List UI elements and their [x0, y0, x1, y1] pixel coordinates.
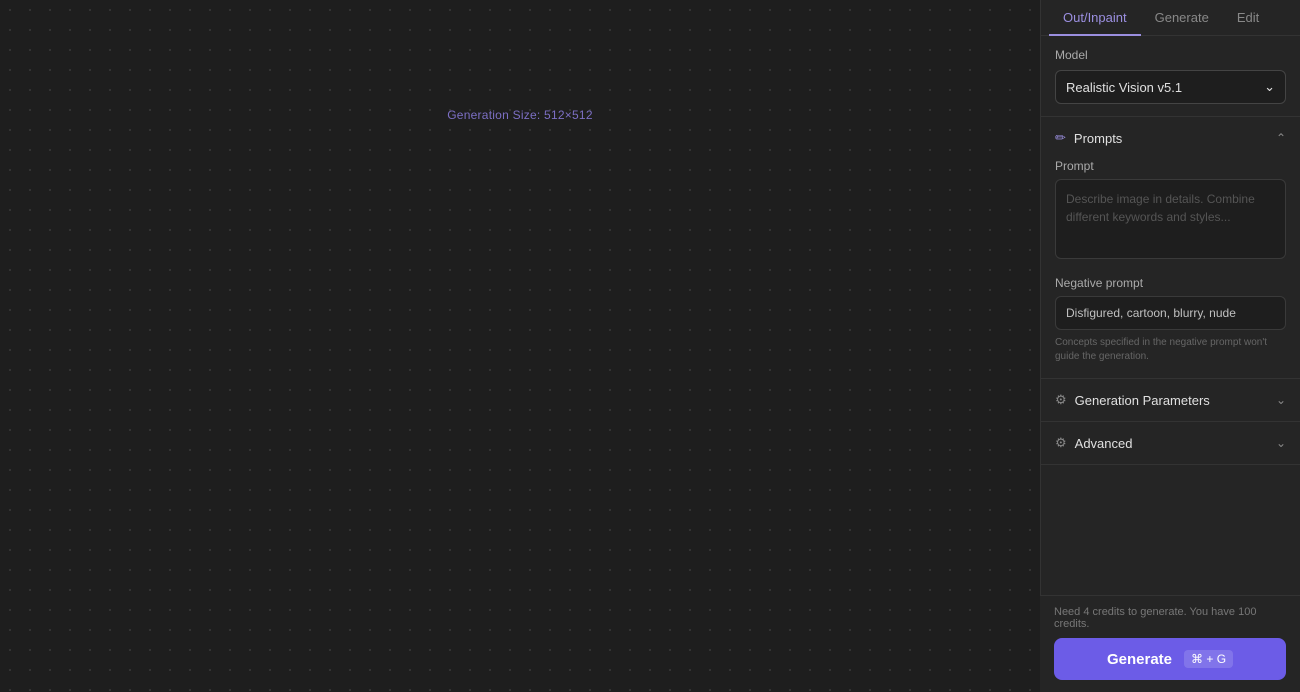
generate-button[interactable]: Generate ⌘ + G [1054, 638, 1286, 680]
generate-button-label: Generate [1107, 651, 1172, 668]
prompts-header[interactable]: Prompts ⌃ [1041, 117, 1300, 159]
tab-bar: Out/Inpaint Generate Edit [1041, 0, 1300, 36]
right-panel: Out/Inpaint Generate Edit Model Realisti… [1040, 0, 1300, 692]
advanced-chevron-icon: ⌄ [1276, 436, 1286, 450]
tab-edit[interactable]: Edit [1223, 0, 1273, 35]
prompts-title: Prompts [1074, 131, 1268, 146]
gear-icon [1055, 434, 1067, 452]
canvas-area: Generation Size: 512×512 [0, 0, 1040, 692]
generation-params-section: Generation Parameters ⌄ [1041, 379, 1300, 422]
advanced-title: Advanced [1075, 436, 1268, 451]
chevron-down-icon: ⌄ [1264, 79, 1275, 95]
model-select-value: Realistic Vision v5.1 [1066, 80, 1182, 95]
panel-content: Model Realistic Vision v5.1 ⌄ Prompts ⌃ … [1041, 36, 1300, 692]
generation-params-title: Generation Parameters [1075, 393, 1268, 408]
model-label: Model [1055, 48, 1286, 62]
generation-size-label: Generation Size: 512×512 [447, 108, 593, 122]
shortcut-text: ⌘ + G [1191, 652, 1226, 666]
model-select[interactable]: Realistic Vision v5.1 ⌄ [1055, 70, 1286, 104]
pencil-icon [1055, 129, 1066, 147]
negative-prompt-hint: Concepts specified in the negative promp… [1055, 336, 1286, 364]
tab-generate[interactable]: Generate [1141, 0, 1223, 35]
model-section: Model Realistic Vision v5.1 ⌄ [1041, 36, 1300, 117]
generation-params-header[interactable]: Generation Parameters ⌄ [1041, 379, 1300, 421]
credits-text: Need 4 credits to generate. You have 100… [1054, 606, 1286, 630]
prompts-body: Prompt Negative prompt Concepts specifie… [1041, 159, 1300, 378]
shortcut-badge: ⌘ + G [1184, 650, 1233, 668]
generation-params-chevron-icon: ⌄ [1276, 393, 1286, 407]
sliders-icon [1055, 391, 1067, 409]
advanced-header[interactable]: Advanced ⌄ [1041, 422, 1300, 464]
prompts-chevron-icon: ⌃ [1276, 131, 1286, 145]
prompt-textarea[interactable] [1055, 179, 1286, 259]
negative-prompt-label: Negative prompt [1055, 276, 1286, 290]
prompt-label: Prompt [1055, 159, 1286, 173]
prompts-section: Prompts ⌃ Prompt Negative prompt Concept… [1041, 117, 1300, 379]
panel-footer: Need 4 credits to generate. You have 100… [1040, 595, 1300, 692]
advanced-section: Advanced ⌄ [1041, 422, 1300, 465]
tab-out-inpaint[interactable]: Out/Inpaint [1049, 0, 1141, 35]
negative-prompt-input[interactable] [1055, 296, 1286, 330]
